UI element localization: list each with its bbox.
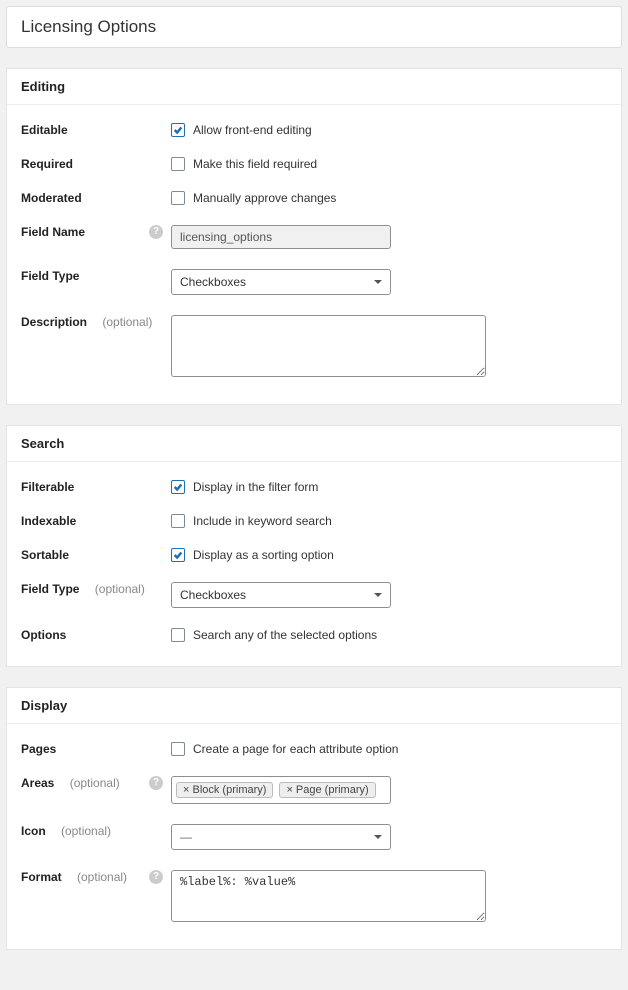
indexable-checkbox[interactable]: [171, 514, 185, 528]
search-field-type-label: Field Type: [21, 582, 79, 596]
icon-label: Icon: [21, 824, 46, 838]
field-type-select[interactable]: Checkboxes: [171, 269, 391, 295]
sortable-checkbox[interactable]: [171, 548, 185, 562]
format-label: Format: [21, 870, 62, 884]
moderated-checkbox-label: Manually approve changes: [193, 191, 336, 205]
area-tag[interactable]: × Block (primary): [176, 782, 273, 798]
areas-optional: (optional): [70, 776, 120, 790]
moderated-label: Moderated: [21, 191, 82, 205]
pages-label: Pages: [21, 742, 56, 756]
moderated-checkbox[interactable]: [171, 191, 185, 205]
field-name-label: Field Name: [21, 225, 85, 239]
required-checkbox[interactable]: [171, 157, 185, 171]
editable-checkbox-label: Allow front-end editing: [193, 123, 312, 137]
row-indexable: Indexable Include in keyword search: [21, 504, 607, 538]
row-pages: Pages Create a page for each attribute o…: [21, 732, 607, 766]
row-field-type: Field Type Checkboxes: [21, 259, 607, 305]
help-icon[interactable]: ?: [149, 870, 163, 884]
chevron-down-icon: [374, 835, 382, 839]
areas-label: Areas: [21, 776, 54, 790]
help-icon[interactable]: ?: [149, 776, 163, 790]
description-label: Description: [21, 315, 87, 329]
search-field-type-optional: (optional): [95, 582, 145, 596]
filterable-label: Filterable: [21, 480, 74, 494]
pages-checkbox[interactable]: [171, 742, 185, 756]
display-heading: Display: [7, 688, 621, 724]
editable-label: Editable: [21, 123, 68, 137]
chevron-down-icon: [374, 593, 382, 597]
description-textarea[interactable]: [171, 315, 486, 377]
editing-heading: Editing: [7, 69, 621, 105]
field-type-label: Field Type: [21, 269, 79, 283]
row-icon: Icon (optional) —: [21, 814, 607, 860]
icon-optional: (optional): [61, 824, 111, 838]
chevron-down-icon: [374, 280, 382, 284]
field-type-select-value: Checkboxes: [180, 275, 246, 289]
indexable-checkbox-label: Include in keyword search: [193, 514, 332, 528]
row-required: Required Make this field required: [21, 147, 607, 181]
sortable-checkbox-label: Display as a sorting option: [193, 548, 334, 562]
icon-select[interactable]: —: [171, 824, 391, 850]
row-field-name: Field Name ?: [21, 215, 607, 259]
display-panel: Display Pages Create a page for each att…: [6, 687, 622, 950]
options-checkbox[interactable]: [171, 628, 185, 642]
pages-checkbox-label: Create a page for each attribute option: [193, 742, 398, 756]
format-textarea[interactable]: [171, 870, 486, 922]
required-label: Required: [21, 157, 73, 171]
page-title: Licensing Options: [6, 6, 622, 48]
filterable-checkbox-label: Display in the filter form: [193, 480, 318, 494]
help-icon[interactable]: ?: [149, 225, 163, 239]
area-tag[interactable]: × Page (primary): [279, 782, 375, 798]
field-name-input[interactable]: [171, 225, 391, 249]
editable-checkbox[interactable]: [171, 123, 185, 137]
row-areas: Areas (optional) ? × Block (primary) × P…: [21, 766, 607, 814]
search-panel: Search Filterable Display in the filter …: [6, 425, 622, 667]
options-checkbox-label: Search any of the selected options: [193, 628, 377, 642]
row-options: Options Search any of the selected optio…: [21, 618, 607, 652]
row-moderated: Moderated Manually approve changes: [21, 181, 607, 215]
sortable-label: Sortable: [21, 548, 69, 562]
row-format: Format (optional) ?: [21, 860, 607, 935]
required-checkbox-label: Make this field required: [193, 157, 317, 171]
areas-input[interactable]: × Block (primary) × Page (primary): [171, 776, 391, 804]
row-sortable: Sortable Display as a sorting option: [21, 538, 607, 572]
search-field-type-select-value: Checkboxes: [180, 588, 246, 602]
row-filterable: Filterable Display in the filter form: [21, 470, 607, 504]
editing-panel: Editing Editable Allow front-end editing…: [6, 68, 622, 405]
search-heading: Search: [7, 426, 621, 462]
search-field-type-select[interactable]: Checkboxes: [171, 582, 391, 608]
description-optional: (optional): [102, 315, 152, 329]
options-label: Options: [21, 628, 66, 642]
indexable-label: Indexable: [21, 514, 76, 528]
format-optional: (optional): [77, 870, 127, 884]
row-search-field-type: Field Type (optional) Checkboxes: [21, 572, 607, 618]
icon-select-value: —: [180, 830, 192, 844]
filterable-checkbox[interactable]: [171, 480, 185, 494]
row-description: Description (optional): [21, 305, 607, 390]
row-editable: Editable Allow front-end editing: [21, 113, 607, 147]
